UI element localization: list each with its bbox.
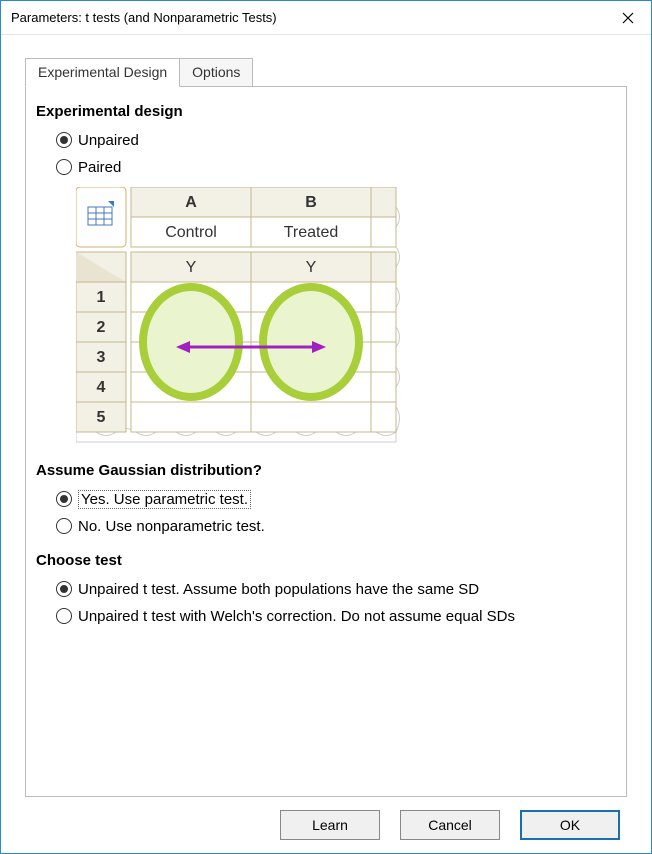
tab-strip: Experimental Design Options <box>25 58 627 87</box>
radio-label: Yes. Use parametric test. <box>78 490 251 509</box>
button-bar: Learn Cancel OK <box>1 797 651 853</box>
heading-experimental-design: Experimental design <box>36 103 612 120</box>
radio-label: Unpaired <box>78 132 139 149</box>
cancel-button[interactable]: Cancel <box>400 810 500 840</box>
ok-button[interactable]: OK <box>520 810 620 840</box>
close-icon <box>622 12 634 24</box>
radio-icon <box>56 518 72 534</box>
tab-panel: Experimental design Unpaired Paired <box>25 86 627 797</box>
svg-text:3: 3 <box>97 349 106 366</box>
radio-icon <box>56 132 72 148</box>
tab-experimental-design[interactable]: Experimental Design <box>25 58 180 87</box>
design-illustration: A B Control Treated Y Y 1 2 3 4 5 <box>76 187 612 450</box>
radio-icon <box>56 581 72 597</box>
radio-paired[interactable]: Paired <box>56 155 612 179</box>
heading-choose-test: Choose test <box>36 552 612 569</box>
radio-test-welch[interactable]: Unpaired t test with Welch's correction.… <box>56 604 612 628</box>
radio-label: No. Use nonparametric test. <box>78 518 265 535</box>
tab-options[interactable]: Options <box>179 58 253 87</box>
svg-text:B: B <box>305 194 317 211</box>
radio-unpaired[interactable]: Unpaired <box>56 128 612 152</box>
window-title: Parameters: t tests (and Nonparametric T… <box>11 10 605 25</box>
svg-text:A: A <box>185 194 197 211</box>
svg-text:Y: Y <box>306 259 317 276</box>
svg-text:1: 1 <box>97 289 106 306</box>
learn-button[interactable]: Learn <box>280 810 380 840</box>
radio-gaussian-no[interactable]: No. Use nonparametric test. <box>56 514 612 538</box>
radio-icon <box>56 159 72 175</box>
radio-label: Unpaired t test with Welch's correction.… <box>78 608 515 625</box>
radio-test-unpaired-t[interactable]: Unpaired t test. Assume both populations… <box>56 577 612 601</box>
radio-label: Unpaired t test. Assume both populations… <box>78 581 479 598</box>
svg-text:Treated: Treated <box>284 224 339 241</box>
svg-text:Y: Y <box>186 259 197 276</box>
radio-icon <box>56 608 72 624</box>
dialog-content: Experimental Design Options Experimental… <box>1 35 651 797</box>
close-button[interactable] <box>605 1 651 35</box>
radio-label: Paired <box>78 159 121 176</box>
svg-text:5: 5 <box>97 409 106 426</box>
radio-icon <box>56 491 72 507</box>
titlebar: Parameters: t tests (and Nonparametric T… <box>1 1 651 35</box>
svg-text:Control: Control <box>165 224 217 241</box>
svg-text:4: 4 <box>97 379 106 396</box>
svg-text:2: 2 <box>97 319 106 336</box>
radio-gaussian-yes[interactable]: Yes. Use parametric test. <box>56 487 612 511</box>
heading-gaussian: Assume Gaussian distribution? <box>36 462 612 479</box>
